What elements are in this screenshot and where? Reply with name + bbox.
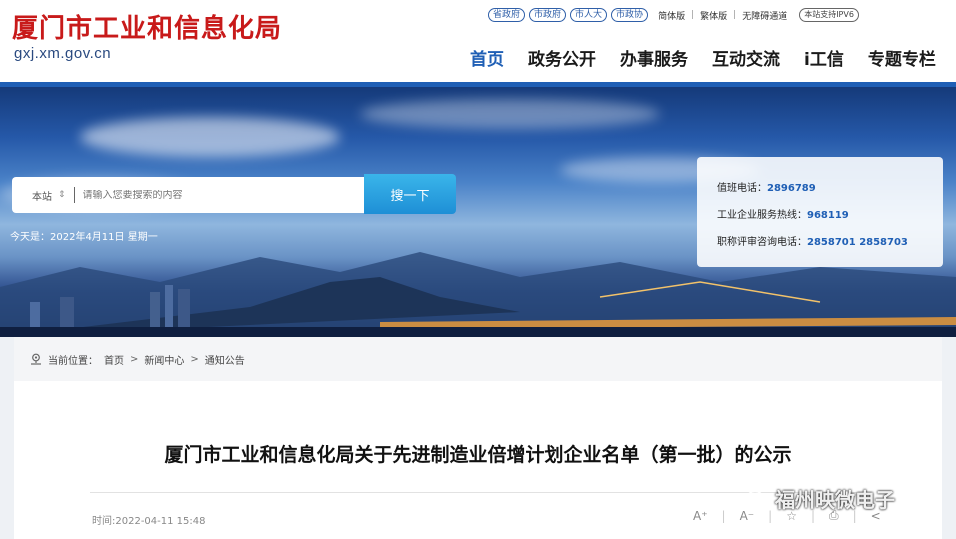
chevron-down-icon[interactable]: ⇕ (58, 190, 66, 200)
link-city-congress[interactable]: 市人大 (570, 8, 608, 22)
breadcrumb-separator: > (190, 353, 199, 365)
breadcrumb-notices[interactable]: 通知公告 (205, 352, 245, 367)
search-scope-select[interactable]: 本站 (32, 188, 52, 203)
link-city-cppcc[interactable]: 市政协 (611, 8, 649, 22)
separator: | (733, 10, 737, 20)
link-city-gov[interactable]: 市政府 (529, 8, 567, 22)
nav-special-topics[interactable]: 专题专栏 (868, 45, 936, 70)
hotline-number: 2858701 2858703 (807, 237, 908, 248)
search-input[interactable] (82, 189, 323, 201)
nav-i-gongxin[interactable]: i工信 (804, 45, 844, 70)
site-domain: gxj.xm.gov.cn (14, 45, 112, 62)
separator: | (691, 10, 695, 20)
link-accessibility[interactable]: 无障碍通道 (742, 9, 787, 22)
hotline-row: 职称评审咨询电话：2858701 2858703 (717, 233, 943, 248)
link-province-gov[interactable]: 省政府 (488, 8, 526, 22)
link-traditional[interactable]: 繁体版 (700, 9, 727, 22)
wechat-watermark: 福州映微电子 (745, 484, 895, 513)
link-simplified[interactable]: 简体版 (658, 9, 685, 22)
article-time: 时间:2022-04-11 15:48 (92, 516, 206, 527)
cloud-decoration (360, 99, 660, 129)
wechat-icon (746, 490, 770, 507)
hotline-row: 值班电话：2896789 (717, 179, 943, 194)
nav-interaction[interactable]: 互动交流 (712, 45, 780, 70)
font-increase-button[interactable]: A⁺ (693, 509, 708, 523)
hotline-number: 968119 (807, 210, 849, 221)
nav-gov-affairs[interactable]: 政务公开 (528, 45, 596, 70)
nav-services[interactable]: 办事服务 (620, 45, 688, 70)
cloud-decoration (80, 117, 340, 157)
search-box: 本站 ⇕ (12, 177, 364, 213)
search-button[interactable]: 搜一下 (364, 174, 456, 214)
watermark-text: 福州映微电子 (775, 488, 895, 512)
breadcrumb-label: 当前位置： (48, 355, 98, 367)
breadcrumb-news-center[interactable]: 新闻中心 (144, 352, 184, 367)
title-divider (90, 492, 858, 493)
main-nav: 首页 政务公开 办事服务 互动交流 i工信 专题专栏 (470, 45, 936, 70)
site-logo-title[interactable]: 厦门市工业和信息化局 (12, 8, 282, 45)
hotline-number: 2896789 (767, 183, 816, 194)
article-title: 厦门市工业和信息化局关于先进制造业倍增计划企业名单（第一批）的公示 (164, 444, 792, 466)
top-links: 省政府 市政府 市人大 市政协 简体版 | 繁体版 | 无障碍通道 本站支持IP… (488, 8, 859, 22)
hotline-label: 值班电话： (717, 183, 767, 194)
breadcrumb-home[interactable]: 首页 (104, 352, 124, 367)
separator: | (721, 508, 726, 523)
location-pin-icon (31, 353, 41, 365)
hotline-label: 职称评审咨询电话： (717, 237, 807, 248)
hotline-row: 工业企业服务热线：968119 (717, 206, 943, 221)
breadcrumb: 当前位置： 首页 > 新闻中心 > 通知公告 (14, 337, 942, 381)
ipv6-badge: 本站支持IPV6 (799, 8, 859, 22)
nav-home[interactable]: 首页 (470, 45, 504, 70)
divider (73, 187, 75, 203)
site-header: 厦门市工业和信息化局 gxj.xm.gov.cn 省政府 市政府 市人大 市政协… (0, 0, 956, 82)
today-date: 今天是：2022年4月11日 星期一 (10, 232, 158, 243)
hotline-label: 工业企业服务热线： (717, 210, 807, 221)
hotline-panel: 值班电话：2896789 工业企业服务热线：968119 职称评审咨询电话：28… (697, 157, 943, 267)
breadcrumb-separator: > (130, 353, 139, 365)
